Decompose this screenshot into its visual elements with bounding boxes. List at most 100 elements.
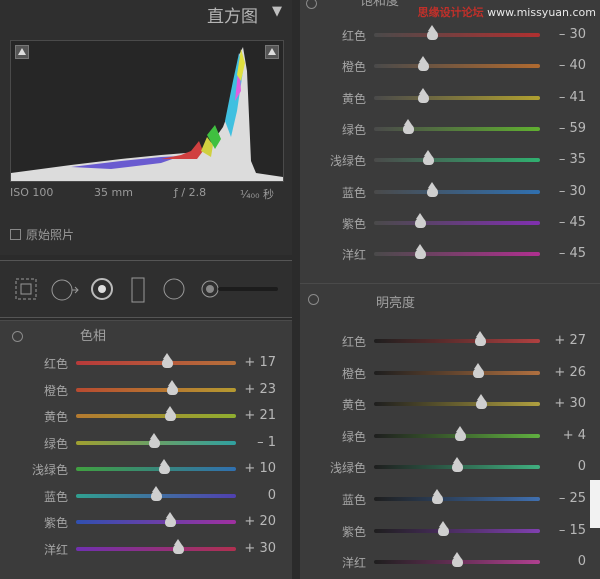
original-photo-toggle[interactable]: 原始照片 — [10, 226, 74, 243]
luminance-slider-track[interactable] — [374, 528, 540, 533]
hue-value[interactable]: + 30 — [232, 541, 276, 556]
luminance-slider-track[interactable] — [374, 402, 540, 407]
saturation-label: 洋红 — [341, 248, 366, 263]
luminance-value[interactable]: 0 — [542, 459, 586, 474]
luminance-slider-thumb[interactable] — [476, 394, 488, 410]
iso-readout: ISO 100 — [10, 186, 54, 199]
saturation-value[interactable]: – 41 — [542, 90, 586, 105]
hue-value[interactable]: + 23 — [232, 382, 276, 397]
shutter-readout: ¹⁄₄₀₀ 秒 — [240, 188, 274, 201]
luminance-slider-thumb[interactable] — [473, 362, 485, 378]
hue-label: 红色 — [43, 357, 68, 371]
hue-value[interactable]: – 1 — [232, 435, 276, 450]
hue-label: 橙色 — [43, 383, 68, 398]
hue-slider-thumb[interactable] — [148, 432, 160, 448]
saturation-value[interactable]: – 35 — [542, 152, 586, 167]
saturation-slider-track[interactable] — [374, 252, 540, 257]
saturation-row: 紫色 – 45 — [300, 212, 600, 233]
luminance-value[interactable]: – 15 — [542, 523, 586, 538]
hue-slider-thumb[interactable] — [158, 459, 170, 474]
histogram-curve — [11, 47, 283, 181]
saturation-label: 黄色 — [341, 91, 366, 106]
luminance-slider-thumb[interactable] — [431, 489, 443, 504]
luminance-value[interactable]: + 4 — [542, 428, 586, 443]
hue-slider-thumb[interactable] — [166, 379, 178, 395]
luminance-value[interactable]: + 27 — [542, 333, 586, 348]
luminance-value[interactable]: + 30 — [542, 396, 586, 411]
saturation-panel: 饱和度 红色 – 30 橙色 – 40 黄色 – 41 绿色 – 59 浅绿色 – 35 蓝色 – 3… — [300, 0, 600, 283]
saturation-slider-thumb[interactable] — [423, 150, 435, 166]
luminance-slider-thumb[interactable] — [451, 552, 463, 568]
hue-value[interactable]: + 17 — [232, 355, 276, 370]
watermark-site: www.missyuan.com — [487, 6, 596, 19]
saturation-row: 绿色 – 59 — [300, 118, 600, 139]
hue-slider-thumb[interactable] — [164, 512, 176, 527]
saturation-slider-track[interactable] — [374, 33, 540, 37]
saturation-value[interactable]: – 59 — [542, 121, 586, 136]
saturation-slider-track[interactable] — [374, 64, 540, 69]
hue-title: 色相 — [80, 329, 107, 344]
collapse-arrow-icon[interactable]: ▼ — [272, 4, 282, 19]
saturation-value[interactable]: – 30 — [542, 27, 586, 42]
saturation-value[interactable]: – 30 — [542, 184, 586, 199]
original-photo-label: 原始照片 — [26, 228, 75, 242]
luminance-label: 黄色 — [341, 398, 366, 413]
luminance-slider-track[interactable] — [374, 497, 540, 501]
saturation-value[interactable]: – 45 — [542, 215, 586, 230]
crop-overlay-icon[interactable] — [14, 277, 38, 301]
hue-slider-thumb[interactable] — [161, 353, 173, 368]
hue-slider-thumb[interactable] — [164, 406, 176, 421]
saturation-slider-thumb[interactable] — [418, 56, 430, 72]
saturation-slider-track[interactable] — [374, 95, 540, 100]
adjustment-brush-icon[interactable] — [200, 277, 280, 301]
hue-slider-track[interactable] — [76, 361, 236, 365]
targeted-adjust-icon[interactable] — [308, 294, 319, 305]
hue-row: 绿色 – 1 — [0, 432, 292, 453]
saturation-slider-thumb[interactable] — [426, 25, 438, 40]
luminance-slider-track[interactable] — [374, 370, 540, 375]
saturation-label: 绿色 — [341, 122, 366, 137]
saturation-slider-thumb[interactable] — [426, 181, 438, 197]
hue-label: 黄色 — [43, 410, 68, 424]
hue-slider-track[interactable] — [76, 414, 236, 418]
hue-slider-track[interactable] — [76, 520, 236, 524]
saturation-title: 饱和度 — [360, 0, 400, 9]
spot-removal-icon[interactable] — [50, 277, 80, 303]
saturation-slider-track[interactable] — [374, 220, 540, 225]
red-eye-icon[interactable] — [90, 277, 114, 301]
luminance-value[interactable]: + 26 — [542, 365, 586, 380]
hue-slider-track[interactable] — [76, 467, 236, 471]
luminance-slider-thumb[interactable] — [474, 331, 486, 346]
luminance-slider-thumb[interactable] — [451, 457, 463, 473]
targeted-adjust-icon[interactable] — [12, 331, 23, 342]
targeted-adjust-icon[interactable] — [306, 0, 317, 9]
saturation-slider-thumb[interactable] — [414, 244, 426, 260]
luminance-value[interactable]: – 25 — [542, 491, 586, 506]
saturation-slider-track[interactable] — [374, 126, 540, 131]
luminance-row: 黄色 + 30 — [300, 394, 600, 414]
saturation-slider-thumb[interactable] — [403, 118, 415, 134]
saturation-slider-track[interactable] — [374, 158, 540, 163]
luminance-slider-thumb[interactable] — [438, 520, 450, 536]
hue-value[interactable]: + 21 — [232, 408, 276, 423]
hue-slider-track[interactable] — [76, 387, 236, 392]
luminance-row: 浅绿色 0 — [300, 457, 600, 477]
radial-filter-icon[interactable] — [162, 277, 186, 301]
saturation-slider-thumb[interactable] — [414, 212, 426, 228]
saturation-value[interactable]: – 40 — [542, 58, 586, 73]
hue-slider-track[interactable] — [76, 546, 236, 551]
hue-value[interactable]: + 10 — [232, 461, 276, 476]
saturation-slider-track[interactable] — [374, 189, 540, 194]
luminance-slider-track[interactable] — [374, 339, 540, 343]
graduated-filter-icon[interactable] — [130, 277, 146, 303]
original-photo-checkbox[interactable] — [10, 229, 21, 240]
luminance-value[interactable]: 0 — [542, 554, 586, 569]
luminance-slider-thumb[interactable] — [454, 425, 466, 441]
saturation-value[interactable]: – 45 — [542, 246, 586, 261]
saturation-slider-thumb[interactable] — [418, 87, 430, 103]
hue-value[interactable]: + 20 — [232, 514, 276, 529]
hue-slider-thumb[interactable] — [150, 485, 162, 501]
histogram-title[interactable]: 直方图 — [207, 2, 258, 27]
hue-slider-thumb[interactable] — [172, 538, 184, 554]
hue-value[interactable]: 0 — [232, 488, 276, 503]
